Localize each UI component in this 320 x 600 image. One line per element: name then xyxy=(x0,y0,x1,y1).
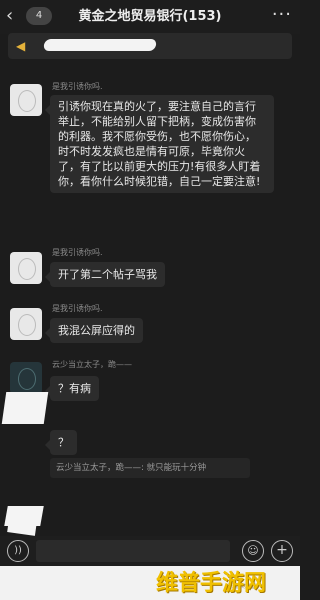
avatar[interactable] xyxy=(10,84,42,116)
sender-name: 是我引诱你吗. xyxy=(52,82,103,91)
plus-icon[interactable]: + xyxy=(271,540,293,562)
watermark-footer: @玩家频道 维普手游网 xyxy=(0,566,300,600)
message-bubble[interactable]: 开了第二个帖子骂我 xyxy=(45,262,165,287)
input-bar: )) ☺ + xyxy=(0,536,300,566)
more-dots-icon[interactable]: ··· xyxy=(272,0,292,34)
emoji-icon[interactable]: ☺ xyxy=(242,540,264,562)
message-bubble[interactable]: 引诱你现在真的火了，要注意自己的言行举止，不能给别人留下把柄，变成伤害你的利器。… xyxy=(45,95,274,193)
quoted-reply[interactable]: 云少当立太子，跪——: 就只能玩十分钟 xyxy=(50,458,250,478)
message-bubble[interactable]: ？有病 xyxy=(45,376,99,401)
avatar[interactable] xyxy=(10,252,42,284)
sender-name: 是我引诱你吗. xyxy=(52,304,103,313)
redaction-mark xyxy=(42,39,158,51)
megaphone-icon: ◀ xyxy=(16,39,26,53)
avatar[interactable] xyxy=(10,362,42,394)
group-announcement[interactable]: ◀ xyxy=(8,33,292,59)
redaction-mark xyxy=(5,402,29,420)
message-bubble[interactable]: ？ xyxy=(45,430,77,455)
chat-title: 黄金之地贸易银行(153) xyxy=(78,9,222,24)
redaction-mark xyxy=(7,518,37,536)
sender-name: 是我引诱你吗. xyxy=(52,248,103,257)
avatar[interactable] xyxy=(10,308,42,340)
sender-name: 云少当立太子，跪—— xyxy=(52,360,132,369)
message-bubble[interactable]: 我混公屏应得的 xyxy=(45,318,143,343)
brand-logo: 维普手游网 xyxy=(155,570,266,596)
voice-icon[interactable]: )) xyxy=(7,540,29,562)
chat-header: ‹ 4 黄金之地贸易银行(153) ··· xyxy=(0,0,300,34)
message-input[interactable] xyxy=(36,540,230,562)
